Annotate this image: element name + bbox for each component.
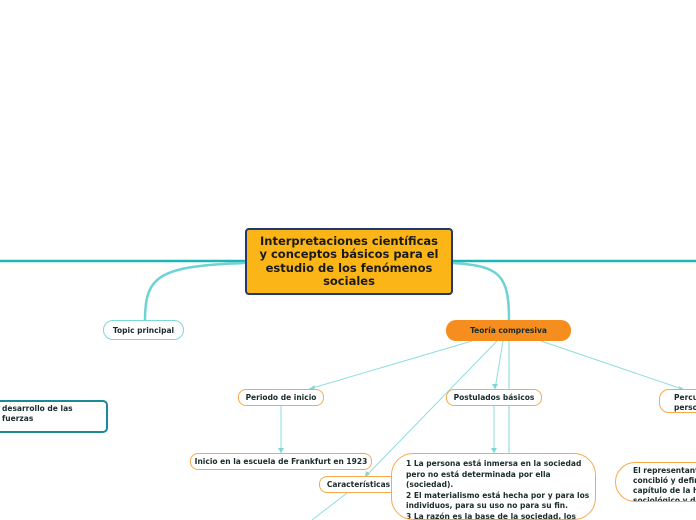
central-topic[interactable]: Interpretaciones científicas y conceptos… — [245, 228, 453, 295]
node-inicio-frankfurt[interactable]: Inicio en la escuela de Frankfurt en 192… — [190, 453, 372, 470]
link-caracteristicas-down — [311, 492, 348, 520]
node-percu-partial[interactable]: Percu perso — [659, 389, 696, 413]
node-topic-principal[interactable]: Topic principal — [103, 320, 184, 340]
link-periodo — [308, 340, 473, 390]
link-percu — [540, 340, 686, 391]
node-caracteristicas[interactable]: Características — [319, 476, 398, 493]
branch-line-teoria-compresiva — [452, 261, 511, 321]
node-left-box-partial[interactable]: desarrollo de las fuerzas abajar — [0, 400, 108, 433]
link-postulados — [494, 340, 504, 390]
node-postulados-basicos[interactable]: Postulados básicos — [446, 389, 542, 406]
node-postulados-text[interactable]: 1 La persona está inmersa en la sociedad… — [391, 453, 596, 520]
node-representante-partial[interactable]: El representante concibió y defini capít… — [615, 462, 696, 502]
node-teoria-compresiva[interactable]: Teoría compresiva — [446, 320, 571, 341]
branch-line-topic-principal — [143, 261, 246, 321]
node-periodo-inicio[interactable]: Periodo de inicio — [238, 389, 324, 406]
